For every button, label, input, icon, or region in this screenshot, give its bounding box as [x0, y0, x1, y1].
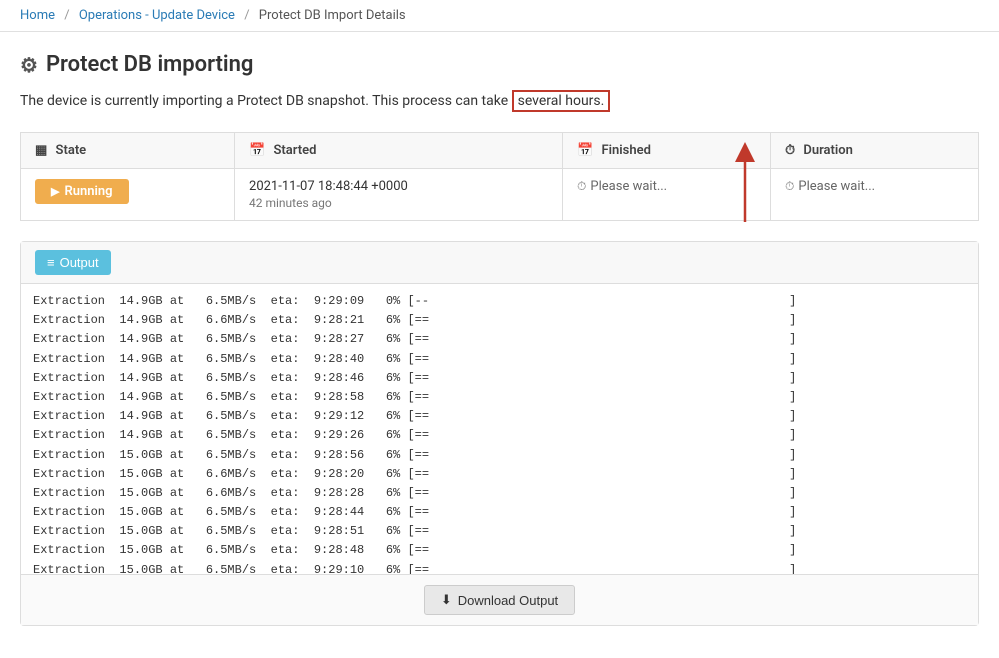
cell-started: 2021-11-07 18:48:44 +0000 42 minutes ago [235, 169, 563, 221]
table-container: ▦ State 📅 Started 📅 Finished ⏱ [20, 132, 979, 221]
col-started: 📅 Started [235, 133, 563, 169]
duration-wait: ⏱ Please wait... [785, 179, 964, 194]
description: The device is currently importing a Prot… [20, 91, 979, 112]
info-table: ▦ State 📅 Started 📅 Finished ⏱ [20, 132, 979, 221]
output-log[interactable]: Extraction 14.9GB at 6.5MB/s eta: 9:29:0… [21, 284, 978, 574]
running-label: Running [64, 184, 112, 199]
log-line: Extraction 14.9GB at 6.5MB/s eta: 9:28:2… [33, 330, 966, 349]
log-line: Extraction 14.9GB at 6.5MB/s eta: 9:29:0… [33, 292, 966, 311]
running-badge: ▶ Running [35, 179, 129, 204]
list-icon: ≡ [47, 255, 55, 270]
log-line: Extraction 15.0GB at 6.6MB/s eta: 9:28:2… [33, 465, 966, 484]
log-line: Extraction 14.9GB at 6.5MB/s eta: 9:28:4… [33, 350, 966, 369]
log-line: Extraction 15.0GB at 6.5MB/s eta: 9:28:4… [33, 503, 966, 522]
started-time: 2021-11-07 18:48:44 +0000 [249, 179, 548, 194]
col-duration: ⏱ Duration [771, 133, 979, 169]
finished-wait: ⏱ Please wait... [577, 179, 756, 194]
output-header: ≡ Output [21, 242, 978, 284]
log-line: Extraction 15.0GB at 6.5MB/s eta: 9:28:5… [33, 522, 966, 541]
cell-state: ▶ Running [21, 169, 235, 221]
description-highlight: several hours. [512, 90, 611, 112]
calendar-icon-finished: 📅 [577, 143, 593, 158]
main-content: ⚙ Protect DB importing The device is cur… [0, 32, 999, 656]
breadcrumb: Home / Operations - Update Device / Prot… [0, 0, 999, 32]
page-title: ⚙ Protect DB importing [20, 52, 979, 77]
log-line: Extraction 14.9GB at 6.5MB/s eta: 9:29:1… [33, 407, 966, 426]
output-button[interactable]: ≡ Output [35, 250, 111, 275]
breadcrumb-sep-1: / [64, 8, 69, 23]
log-line: Extraction 15.0GB at 6.5MB/s eta: 9:28:4… [33, 541, 966, 560]
gear-icon: ⚙ [20, 53, 38, 77]
page-wrapper: Home / Operations - Update Device / Prot… [0, 0, 999, 658]
finished-text: Please wait... [590, 179, 667, 194]
clock-icon-finished: ⏱ [577, 179, 586, 194]
log-line: Extraction 14.9GB at 6.6MB/s eta: 9:28:2… [33, 311, 966, 330]
col-state: ▦ State [21, 133, 235, 169]
breadcrumb-current: Protect DB Import Details [259, 8, 406, 23]
table-row: ▶ Running 2021-11-07 18:48:44 +0000 42 m… [21, 169, 979, 221]
cell-finished: ⏱ Please wait... [563, 169, 771, 221]
download-icon: ⬇ [441, 592, 452, 608]
col-started-label: Started [273, 143, 316, 158]
log-line: Extraction 14.9GB at 6.5MB/s eta: 9:28:5… [33, 388, 966, 407]
download-label: Download Output [458, 593, 558, 608]
col-finished-label: Finished [601, 143, 650, 158]
duration-text: Please wait... [798, 179, 875, 194]
output-footer: ⬇ Download Output [21, 574, 978, 625]
log-line: Extraction 15.0GB at 6.5MB/s eta: 9:28:5… [33, 446, 966, 465]
download-button[interactable]: ⬇ Download Output [424, 585, 575, 615]
output-button-label: Output [60, 255, 99, 270]
breadcrumb-home-link[interactable]: Home [20, 8, 55, 23]
breadcrumb-operations-link[interactable]: Operations - Update Device [79, 8, 235, 23]
state-icon: ▦ [35, 143, 47, 158]
log-line: Extraction 14.9GB at 6.5MB/s eta: 9:28:4… [33, 369, 966, 388]
calendar-icon-started: 📅 [249, 143, 265, 158]
log-line: Extraction 14.9GB at 6.5MB/s eta: 9:29:2… [33, 426, 966, 445]
log-line: Extraction 15.0GB at 6.5MB/s eta: 9:29:1… [33, 561, 966, 574]
cell-duration: ⏱ Please wait... [771, 169, 979, 221]
col-duration-label: Duration [803, 143, 853, 158]
col-state-label: State [56, 143, 87, 158]
description-text: The device is currently importing a Prot… [20, 93, 508, 109]
col-finished: 📅 Finished [563, 133, 771, 169]
clock-icon-dur: ⏱ [785, 179, 794, 194]
table-header-row: ▦ State 📅 Started 📅 Finished ⏱ [21, 133, 979, 169]
output-section: ≡ Output Extraction 14.9GB at 6.5MB/s et… [20, 241, 979, 626]
page-title-text: Protect DB importing [46, 52, 254, 77]
started-relative: 42 minutes ago [249, 196, 548, 210]
breadcrumb-sep-2: / [244, 8, 249, 23]
clock-icon-duration: ⏱ [785, 143, 795, 158]
play-icon: ▶ [51, 185, 59, 198]
log-line: Extraction 15.0GB at 6.6MB/s eta: 9:28:2… [33, 484, 966, 503]
